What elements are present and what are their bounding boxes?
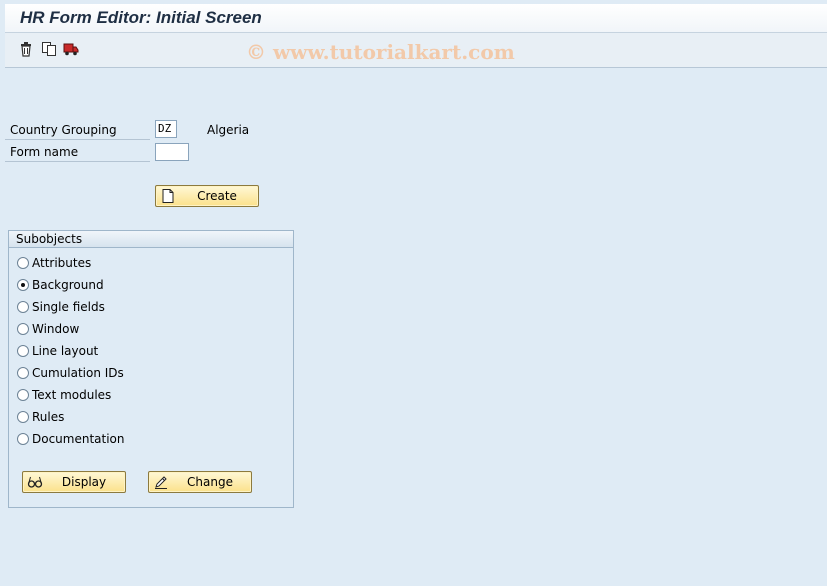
radio-button[interactable] [17, 411, 29, 423]
radio-label: Text modules [32, 388, 112, 402]
radio-button[interactable] [17, 257, 29, 269]
radio-button[interactable] [17, 301, 29, 313]
radio-label: Documentation [32, 432, 125, 446]
country-grouping-label: Country Grouping [5, 121, 150, 140]
subobjects-groupbox: Subobjects Attributes Background Single … [8, 230, 294, 508]
radio-button[interactable] [17, 323, 29, 335]
radio-button[interactable] [17, 433, 29, 445]
display-button-label: Display [61, 475, 107, 489]
form-name-label: Form name [5, 143, 150, 162]
country-grouping-text: Algeria [207, 123, 250, 137]
radio-button[interactable] [17, 345, 29, 357]
radio-button[interactable] [17, 279, 29, 291]
display-button[interactable]: Display [22, 471, 126, 493]
page-title: HR Form Editor: Initial Screen [20, 8, 262, 27]
radio-label: Attributes [32, 256, 92, 270]
glasses-icon [27, 476, 43, 488]
create-button-label: Create [197, 189, 237, 203]
radio-label: Cumulation IDs [32, 366, 124, 380]
radio-label: Single fields [32, 300, 105, 314]
copy-icon[interactable] [41, 41, 57, 57]
subobjects-title: Subobjects [9, 231, 293, 248]
radio-label: Background [32, 278, 104, 292]
pencil-icon [155, 476, 167, 489]
create-button[interactable]: Create [155, 185, 259, 207]
new-document-icon [162, 189, 174, 203]
main-content: Country Grouping DZ Algeria Form name Cr… [5, 68, 827, 586]
radio-label: Window [32, 322, 80, 336]
change-button-label: Change [187, 475, 233, 489]
radio-button[interactable] [17, 367, 29, 379]
radio-button[interactable] [17, 389, 29, 401]
radio-label: Rules [32, 410, 65, 424]
delete-icon[interactable] [18, 41, 34, 57]
radio-label: Line layout [32, 344, 99, 358]
watermark: © www.tutorialkart.com [246, 40, 515, 64]
change-button[interactable]: Change [148, 471, 252, 493]
form-name-input[interactable] [155, 143, 189, 161]
country-grouping-input[interactable]: DZ [155, 120, 177, 138]
title-bar: HR Form Editor: Initial Screen [5, 4, 827, 33]
transport-icon[interactable] [63, 41, 79, 57]
